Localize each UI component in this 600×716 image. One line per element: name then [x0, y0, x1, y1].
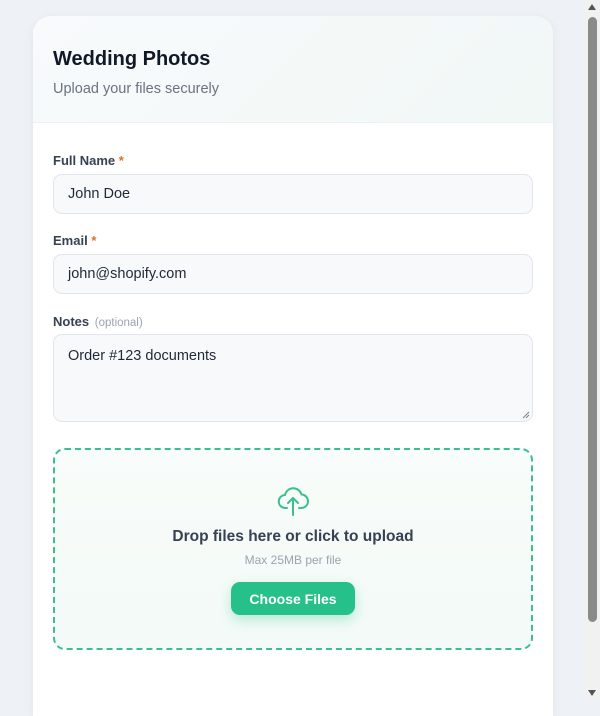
vertical-scrollbar[interactable] [585, 0, 600, 700]
form-header: Wedding Photos Upload your files securel… [33, 16, 553, 123]
full-name-value: John Doe [68, 186, 131, 202]
required-marker: * [118, 153, 124, 168]
email-label-text: Email [53, 233, 88, 248]
full-name-label-text: Full Name [53, 153, 116, 168]
resize-grip-icon[interactable] [522, 411, 530, 419]
required-marker: * [91, 233, 97, 248]
dropzone-hint: Max 25MB per file [244, 553, 342, 567]
email-label: Email * [53, 233, 96, 248]
full-name-label: Full Name * [53, 153, 124, 168]
scroll-down-arrow-icon[interactable] [588, 690, 596, 696]
optional-marker: (optional) [94, 317, 143, 329]
scrollbar-thumb[interactable] [588, 17, 597, 622]
upload-form-card: Wedding Photos Upload your files securel… [33, 16, 553, 716]
notes-textarea[interactable]: Order #123 documents [53, 334, 533, 422]
scroll-up-arrow-icon[interactable] [588, 4, 596, 10]
notes-label-text: Notes [53, 314, 90, 329]
notes-label: Notes (optional) [53, 314, 143, 329]
notes-value: Order #123 documents [68, 348, 217, 364]
cloud-upload-icon [277, 487, 309, 516]
form-subtitle: Upload your files securely [53, 81, 220, 97]
dropzone-title: Drop files here or click to upload [172, 528, 414, 545]
file-dropzone[interactable]: Drop files here or click to upload Max 2… [53, 448, 533, 650]
email-value: john@shopify.com [68, 266, 187, 282]
choose-files-button[interactable]: Choose Files [231, 582, 355, 615]
email-input[interactable]: john@shopify.com [53, 254, 533, 294]
full-name-input[interactable]: John Doe [53, 174, 533, 214]
form-title: Wedding Photos [53, 48, 211, 70]
